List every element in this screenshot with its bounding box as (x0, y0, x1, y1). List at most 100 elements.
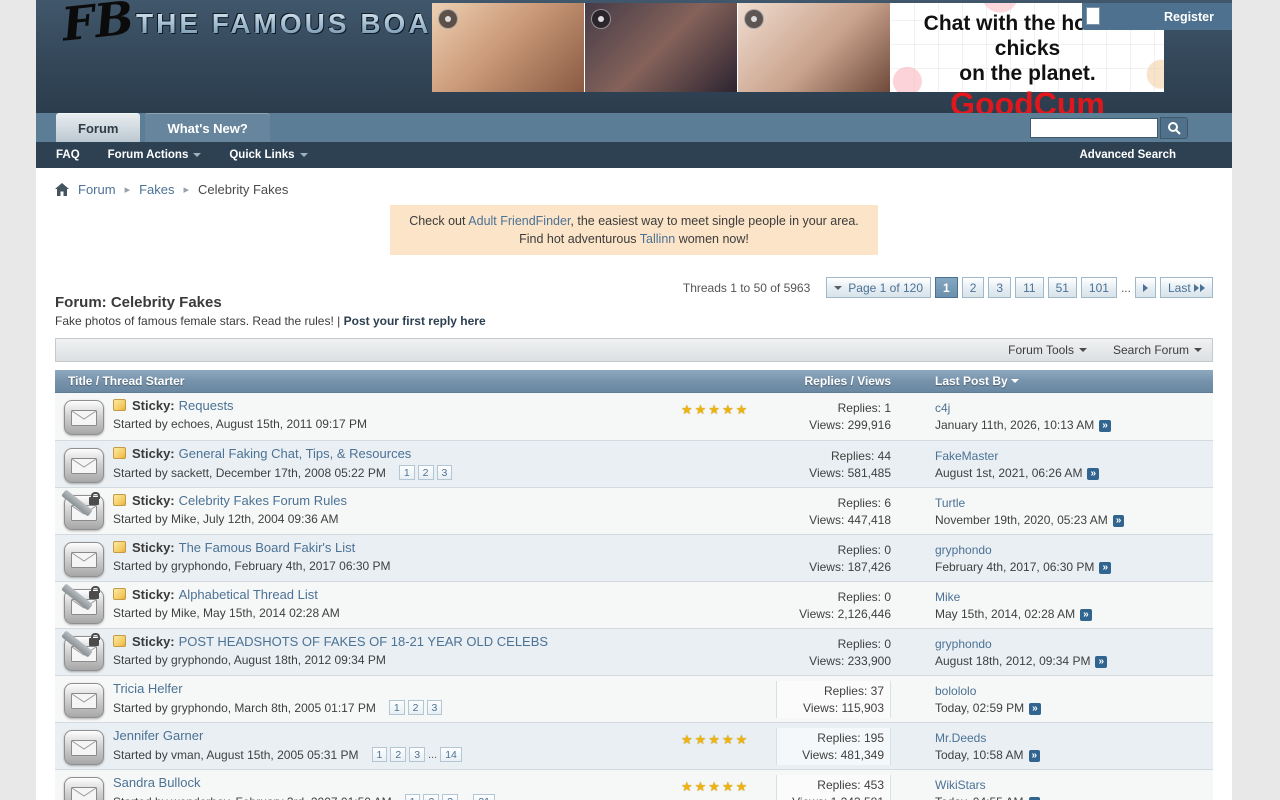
first-reply-link[interactable]: Post your first reply here (344, 314, 486, 328)
thread-stats-cell: Replies: 0 Views: 233,900 (776, 634, 891, 671)
thread-row: Sticky:Alphabetical Thread List Started … (55, 581, 1213, 628)
mini-page-button[interactable]: 2 (408, 700, 424, 715)
mini-page-button[interactable]: 1 (399, 465, 415, 480)
mini-page-button[interactable]: 31 (473, 794, 495, 800)
mini-page-button[interactable]: 3 (409, 747, 425, 762)
search-forum-menu[interactable]: Search Forum (1113, 343, 1202, 357)
breadcrumb-separator-icon: ▸ (125, 183, 131, 196)
last-post-cell: Mike May 15th, 2014, 02:28 AM» (935, 587, 1213, 624)
mini-page-button[interactable]: 14 (440, 747, 462, 762)
thread-stats-cell: Replies: 0 Views: 2,126,446 (776, 587, 891, 624)
lastpost-user-link[interactable]: Turtle (935, 496, 965, 510)
last-page-button[interactable]: Last (1160, 277, 1213, 298)
mini-page-button[interactable]: 2 (418, 465, 434, 480)
home-icon[interactable] (55, 183, 69, 196)
views-count: Views: 1,243,581 (777, 794, 884, 800)
views-count: Views: 581,485 (776, 465, 891, 482)
go-to-last-post-icon[interactable]: » (1099, 562, 1111, 574)
lastpost-user-link[interactable]: Mike (935, 590, 960, 604)
thread-stats-cell: Replies: 44 Views: 581,485 (776, 446, 891, 483)
mini-page-button[interactable]: 3 (427, 700, 443, 715)
lastpost-user-link[interactable]: gryphondo (935, 637, 992, 651)
page-select-button[interactable]: Page 1 of 120 (826, 277, 931, 298)
mini-page-button[interactable]: 1 (372, 747, 388, 762)
thread-started-line: Started by vman, August 15th, 2005 05:31… (113, 747, 675, 762)
envelope-icon (64, 589, 104, 624)
page-number-button[interactable]: 2 (962, 277, 985, 298)
login-field-stub[interactable] (1086, 7, 1100, 25)
page-number-button[interactable]: 3 (988, 277, 1011, 298)
thread-status-cell (55, 681, 113, 718)
thread-title-link[interactable]: Alphabetical Thread List (179, 587, 318, 602)
breadcrumb-forum[interactable]: Forum (78, 182, 116, 197)
thread-title-link[interactable]: The Famous Board Fakir's List (179, 540, 356, 555)
search-zone (1030, 117, 1188, 139)
thread-title-link[interactable]: Requests (179, 398, 234, 413)
go-to-last-post-icon[interactable]: » (1029, 703, 1041, 715)
next-page-button[interactable] (1135, 277, 1156, 298)
replies-count: Replies: 453 (777, 777, 884, 794)
lastpost-user-link[interactable]: Mr.Deeds (935, 731, 986, 745)
breadcrumb-separator-icon: ▸ (184, 183, 190, 196)
search-input[interactable] (1030, 118, 1158, 138)
thread-status-cell (55, 540, 113, 577)
column-replies-views[interactable]: Replies / Views (686, 374, 891, 388)
thread-title-link[interactable]: Celebrity Fakes Forum Rules (179, 493, 347, 508)
banner-ad[interactable]: Chat with the hottest chicks on the plan… (432, 3, 1164, 92)
nav-forum-actions[interactable]: Forum Actions (108, 149, 202, 161)
lastpost-user-link[interactable]: c4j (935, 401, 950, 415)
page-number-button[interactable]: 51 (1048, 277, 1077, 298)
thread-title-link[interactable]: Jennifer Garner (113, 728, 203, 743)
go-to-last-post-icon[interactable]: » (1080, 609, 1092, 621)
thread-title-link[interactable]: General Faking Chat, Tips, & Resources (179, 446, 412, 461)
thread-title-link[interactable]: POST HEADSHOTS OF FAKES OF 18-21 YEAR OL… (179, 634, 548, 649)
thread-row: Sandra Bullock Started by wonderboy, Feb… (55, 769, 1213, 800)
breadcrumb-fakes[interactable]: Fakes (139, 182, 174, 197)
go-to-last-post-icon[interactable]: » (1029, 750, 1041, 762)
mini-page-button[interactable]: 2 (423, 794, 439, 800)
ad-photo-3[interactable] (738, 3, 890, 92)
mini-page-button[interactable]: 1 (405, 794, 421, 800)
page-number-button[interactable]: 1 (935, 277, 958, 298)
lastpost-user-link[interactable]: gryphondo (935, 543, 992, 557)
pagination-ellipsis: ... (1121, 281, 1131, 295)
lastpost-user-link[interactable]: WikiStars (935, 778, 986, 792)
webcam-icon (438, 9, 458, 29)
nav-faq[interactable]: FAQ (56, 149, 80, 161)
thread-status-cell (55, 634, 113, 671)
tab-forum[interactable]: Forum (56, 113, 140, 142)
go-to-last-post-icon[interactable]: » (1095, 656, 1107, 668)
adult-friendfinder-link[interactable]: Adult FriendFinder (468, 214, 570, 228)
thread-mini-pagination: 123...31 (402, 794, 495, 800)
go-to-last-post-icon[interactable]: » (1087, 468, 1099, 480)
thread-main-cell: Sticky:The Famous Board Fakir's List Sta… (113, 540, 681, 577)
go-to-last-post-icon[interactable]: » (1099, 420, 1111, 432)
page-number-button[interactable]: 101 (1081, 277, 1117, 298)
thread-title-link[interactable]: Tricia Helfer (113, 681, 183, 696)
tab-whats-new[interactable]: What's New? (145, 113, 269, 142)
page-number-button[interactable]: 11 (1015, 277, 1043, 298)
mini-page-button[interactable]: 2 (390, 747, 406, 762)
mini-page-button[interactable]: 3 (437, 465, 453, 480)
lastpost-user-link[interactable]: bolololo (935, 684, 976, 698)
column-title-thread-starter[interactable]: Title / Thread Starter (55, 374, 686, 388)
column-last-post-by[interactable]: Last Post By (935, 374, 1213, 388)
advanced-search-link[interactable]: Advanced Search (1079, 149, 1176, 161)
stats-gap (891, 681, 935, 718)
ad-photo-1[interactable] (432, 3, 584, 92)
forum-tools-menu[interactable]: Forum Tools (1008, 343, 1087, 357)
lastpost-user-link[interactable]: FakeMaster (935, 449, 998, 463)
thread-main-cell: Sticky:POST HEADSHOTS OF FAKES OF 18-21 … (113, 634, 681, 671)
thread-title-link[interactable]: Sandra Bullock (113, 775, 200, 790)
ad-photo-2[interactable] (585, 3, 737, 92)
nav-quick-links[interactable]: Quick Links (229, 149, 307, 161)
thread-title-line: Sandra Bullock (113, 775, 675, 791)
go-to-last-post-icon[interactable]: » (1113, 515, 1125, 527)
tallinn-link[interactable]: Tallinn (640, 232, 675, 246)
mini-page-button[interactable]: 1 (389, 700, 405, 715)
thread-mini-pagination: 123 (386, 700, 443, 715)
search-button[interactable] (1160, 117, 1188, 139)
replies-count: Replies: 44 (776, 448, 891, 465)
mini-page-button[interactable]: 3 (442, 794, 458, 800)
register-button[interactable]: Register (1164, 10, 1214, 24)
